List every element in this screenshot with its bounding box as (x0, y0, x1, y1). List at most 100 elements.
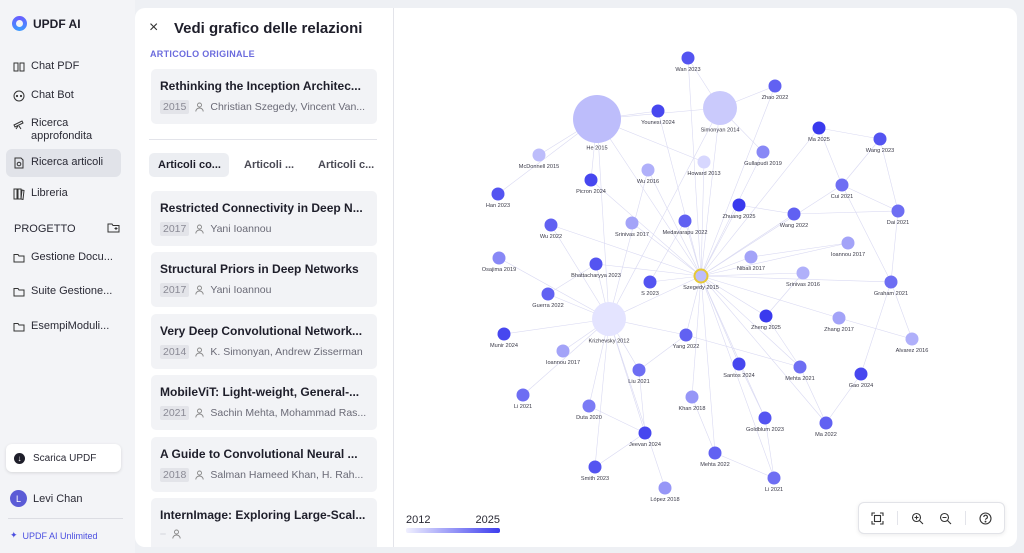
graph-node[interactable]: Picron 2024 (576, 173, 606, 196)
node-circle[interactable] (841, 236, 855, 250)
node-circle[interactable] (685, 390, 699, 404)
relation-graph[interactable]: Wan 2023 Zhao 2022 He 2015 Younesi 2024 Simo… (393, 8, 1017, 547)
project-item[interactable]: Suite Gestione... (6, 279, 121, 304)
graph-node[interactable]: Wan 2023 (675, 51, 701, 74)
node-circle[interactable] (768, 79, 782, 93)
close-icon[interactable]: × (149, 20, 162, 36)
node-circle[interactable] (835, 178, 849, 192)
node-circle[interactable] (582, 399, 596, 413)
node-circle[interactable] (516, 388, 530, 402)
download-updf-button[interactable]: ↓ Scarica UPDF (6, 444, 121, 472)
node-circle[interactable] (625, 216, 639, 230)
node-circle[interactable] (819, 416, 833, 430)
node-circle[interactable] (678, 214, 692, 228)
nav-item-library[interactable]: Libreria (6, 181, 121, 206)
node-circle[interactable] (732, 198, 746, 212)
graph-node[interactable]: He 2015 (573, 95, 621, 152)
node-circle[interactable] (588, 460, 602, 474)
graph-node[interactable]: Simonyan 2014 (701, 91, 740, 134)
graph-node[interactable]: Yang 2022 (673, 328, 700, 351)
node-circle[interactable] (573, 95, 621, 143)
node-circle[interactable] (703, 91, 737, 125)
tab-related[interactable]: Articoli co... (149, 153, 229, 177)
node-circle[interactable] (592, 302, 626, 336)
user-profile[interactable]: L Levi Chan (10, 490, 83, 507)
node-circle[interactable] (854, 367, 868, 381)
graph-node[interactable]: Gao 2024 (849, 367, 874, 390)
nav-item-chat-pdf[interactable]: Chat PDF (6, 54, 121, 79)
graph-node[interactable]: Bhattacharyya 2023 (571, 257, 621, 280)
graph-node[interactable]: Ma 2022 (815, 416, 837, 439)
graph-node[interactable]: Zhuang 2025 (723, 198, 756, 221)
graph-node[interactable]: Szegedy 2015 (683, 268, 719, 292)
graph-node[interactable]: Younesi 2024 (641, 104, 675, 127)
nav-item-chat-bot[interactable]: Chat Bot (6, 83, 121, 108)
node-circle[interactable] (584, 173, 598, 187)
graph-node[interactable]: Wang 2022 (780, 207, 808, 230)
graph-node[interactable]: Osajima 2019 (482, 251, 517, 274)
graph-node[interactable]: Smith 2023 (581, 460, 609, 483)
node-circle[interactable] (832, 311, 846, 325)
original-article-card[interactable]: Rethinking the Inception Architec... 201… (151, 69, 377, 124)
node-circle[interactable] (679, 328, 693, 342)
node-circle[interactable] (767, 471, 781, 485)
paper-card[interactable]: Structural Priors in Deep Networks 2017 Ya… (151, 252, 377, 307)
node-circle[interactable] (638, 426, 652, 440)
node-circle[interactable] (544, 218, 558, 232)
node-circle[interactable] (873, 132, 887, 146)
graph-node[interactable]: Wu 2016 (637, 163, 659, 186)
graph-node[interactable]: Dai 2021 (887, 204, 909, 227)
node-circle[interactable] (681, 51, 695, 65)
graph-node[interactable]: López 2018 (650, 481, 680, 504)
node-circle[interactable] (758, 411, 772, 425)
node-circle[interactable] (532, 148, 546, 162)
graph-node[interactable]: Ma 2025 (808, 121, 830, 144)
node-circle[interactable] (708, 446, 722, 460)
paper-card[interactable]: A Guide to Convolutional Neural ... 2018 S… (151, 437, 377, 492)
node-circle[interactable] (759, 309, 773, 323)
graph-node[interactable]: McDonnell 2015 (519, 148, 559, 171)
graph-node[interactable]: Han 2023 (486, 187, 510, 210)
graph-node[interactable]: Goldblum 2023 (746, 411, 784, 434)
node-circle[interactable] (556, 344, 570, 358)
graph-node[interactable]: Cui 2021 (831, 178, 853, 201)
graph-node[interactable]: Graham 2021 (874, 275, 908, 298)
graph-node[interactable]: Srinivas 2017 (615, 216, 649, 239)
node-circle[interactable] (651, 104, 665, 118)
node-circle[interactable] (541, 287, 555, 301)
paper-card[interactable]: InternImage: Exploring Large-Scal... (151, 498, 377, 547)
node-circle[interactable] (812, 121, 826, 135)
graph-node[interactable]: Zhao 2022 (762, 79, 789, 102)
add-folder-icon[interactable] (107, 221, 120, 237)
paper-card[interactable]: MobileViT: Light-weight, General-... 2021… (151, 375, 377, 430)
node-circle[interactable] (632, 363, 646, 377)
node-circle[interactable] (905, 332, 919, 346)
node-circle[interactable] (891, 204, 905, 218)
tab-cited[interactable]: Articoli c... (309, 153, 377, 177)
graph-node[interactable]: Howard 2013 (687, 155, 721, 178)
nav-item-paper-search[interactable]: Ricerca articoli (6, 149, 121, 177)
graph-node[interactable]: Ioannou 2017 (546, 344, 580, 367)
graph-node[interactable]: Jeevan 2024 (629, 426, 661, 449)
graph-node[interactable]: Munir 2024 (490, 327, 518, 350)
nav-item-deep-research[interactable]: Ricerca approfondita (6, 111, 121, 149)
graph-node[interactable]: Srinivas 2016 (786, 266, 820, 289)
node-circle[interactable] (491, 187, 505, 201)
graph-node[interactable]: Santos 2024 (723, 357, 755, 380)
node-circle[interactable] (643, 275, 657, 289)
node-circle[interactable] (884, 275, 898, 289)
zoom-in-icon[interactable] (908, 509, 926, 527)
plan-link[interactable]: ✦ UPDF AI Unlimited (10, 530, 98, 541)
node-circle[interactable] (641, 163, 655, 177)
graph-node[interactable]: S 2023 (641, 275, 659, 298)
graph-node[interactable]: Li 2021 (514, 388, 532, 411)
paper-card[interactable]: Restricted Connectivity in Deep N... 2017… (151, 191, 377, 246)
project-item[interactable]: Gestione Docu... (6, 245, 121, 270)
graph-node[interactable]: Krizhevsky 2012 (588, 302, 630, 345)
brand[interactable]: UPDF AI (12, 16, 81, 31)
graph-node[interactable]: Gullapudi 2019 (744, 145, 782, 168)
zoom-out-icon[interactable] (937, 509, 955, 527)
graph-canvas[interactable]: Wan 2023 Zhao 2022 He 2015 Younesi 2024 Simo… (394, 8, 1017, 547)
graph-node[interactable]: Wang 2023 (866, 132, 894, 155)
node-circle[interactable] (744, 250, 758, 264)
